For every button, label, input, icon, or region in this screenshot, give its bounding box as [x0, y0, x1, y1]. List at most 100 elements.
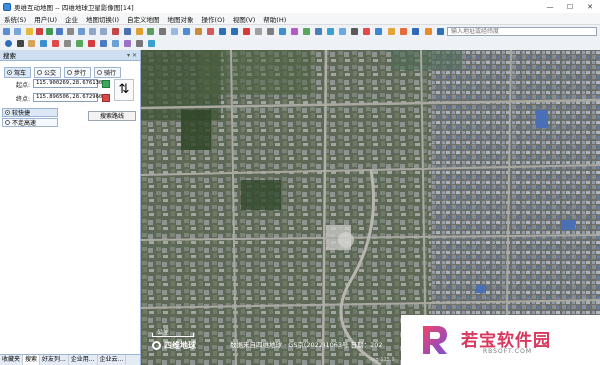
watermark-logo-icon — [423, 326, 447, 354]
search-route-button[interactable]: 搜索路线 — [88, 111, 136, 121]
layer-icon[interactable] — [183, 28, 190, 35]
provider-name: 四维地球 — [164, 341, 196, 350]
mode-walk-label: 步行 — [74, 70, 87, 77]
menu-help[interactable]: 帮助(H) — [259, 14, 290, 24]
bookmark-icon[interactable] — [40, 40, 47, 47]
flag-icon[interactable] — [88, 40, 95, 47]
road-icon[interactable] — [195, 28, 202, 35]
start-label: 起点: — [16, 82, 31, 89]
end-label: 终点: — [16, 96, 31, 103]
radio-icon — [37, 70, 43, 75]
route-icon[interactable] — [279, 28, 286, 35]
menu-user[interactable]: 用户(U) — [30, 14, 61, 24]
pan-icon[interactable] — [3, 28, 10, 35]
app-icon — [3, 2, 11, 11]
mode-bike-label: 骑行 — [104, 70, 117, 77]
triangle-icon[interactable] — [207, 28, 214, 35]
save-icon[interactable] — [124, 28, 131, 35]
mail-icon[interactable] — [388, 28, 395, 35]
panel-tabs: 收藏夹 搜索 好友列... 企业用... 企业云... — [0, 354, 140, 365]
star-icon[interactable] — [26, 28, 33, 35]
print-icon[interactable] — [159, 28, 166, 35]
refresh-icon[interactable] — [148, 40, 155, 47]
window-title: 奥维互动地图 -- 四维地球卫星影像图[14] — [14, 3, 134, 12]
pencil-icon[interactable] — [291, 28, 298, 35]
text-icon[interactable] — [67, 28, 74, 35]
menu-enterprise[interactable]: 企业 — [61, 14, 82, 24]
cloud-icon[interactable] — [339, 28, 346, 35]
close-button[interactable]: ✕ — [580, 0, 600, 13]
group-icon[interactable] — [124, 40, 131, 47]
frame-icon[interactable] — [267, 28, 274, 35]
pin-icon[interactable] — [36, 28, 43, 35]
share-icon[interactable] — [327, 28, 334, 35]
import-icon[interactable] — [136, 28, 143, 35]
ruler-icon[interactable] — [64, 40, 71, 47]
tab-friends[interactable]: 好友列... — [40, 355, 69, 365]
export-icon[interactable] — [147, 28, 154, 35]
pick-end-button[interactable] — [102, 94, 110, 102]
radio-icon — [97, 70, 103, 75]
option-fastest-label: 较快捷 — [12, 110, 31, 117]
tab-favorites[interactable]: 收藏夹 — [0, 355, 24, 365]
area-icon[interactable] — [76, 40, 83, 47]
mode-bike[interactable]: 骑行 — [94, 67, 122, 78]
menu-custom-map[interactable]: 自定义地图 — [123, 14, 164, 24]
settings-icon[interactable] — [400, 28, 407, 35]
circle-icon[interactable] — [255, 28, 262, 35]
mode-walk[interactable]: 步行 — [64, 67, 92, 78]
mode-drive-label: 驾车 — [14, 70, 27, 77]
info-icon[interactable] — [375, 28, 382, 35]
target-icon[interactable] — [363, 28, 370, 35]
end-input[interactable]: 115.896506,28.672960 — [33, 93, 102, 102]
hand-icon[interactable] — [28, 40, 35, 47]
grid-icon[interactable] — [171, 28, 178, 35]
search-icon[interactable] — [437, 28, 444, 35]
cursor-icon[interactable] — [17, 40, 24, 47]
tab-search[interactable]: 搜索 — [23, 355, 41, 365]
path-icon[interactable] — [100, 40, 107, 47]
maximize-button[interactable]: ☐ — [560, 0, 580, 13]
menu-map-objects[interactable]: 地图对象 — [164, 14, 198, 24]
photo-icon[interactable] — [112, 40, 119, 47]
mode-drive[interactable]: 驾车 — [4, 67, 32, 78]
menu-operation[interactable]: 操作(O) — [198, 14, 229, 24]
measure-icon[interactable] — [78, 28, 85, 35]
tag-icon[interactable] — [52, 40, 59, 47]
provider-logo: 四维地球 — [152, 340, 196, 351]
minimize-button[interactable]: — — [540, 0, 560, 13]
user-icon[interactable] — [315, 28, 322, 35]
swap-button[interactable]: ⇅ — [114, 79, 134, 101]
tab-enterprise-users[interactable]: 企业用... — [69, 355, 98, 365]
option-no-highway[interactable]: 不走高速 — [2, 118, 58, 127]
compass-icon[interactable] — [243, 28, 250, 35]
vip-icon[interactable] — [425, 28, 432, 35]
panel-pin-icon[interactable]: ▾ ✕ — [127, 52, 137, 59]
chart-icon[interactable] — [303, 28, 310, 35]
screen-icon[interactable] — [351, 28, 358, 35]
tab-enterprise-cloud[interactable]: 企业云... — [98, 355, 127, 365]
option-fastest[interactable]: 较快捷 — [2, 108, 58, 117]
watermark-subtitle: RBSOFT.COM — [483, 348, 533, 355]
pick-start-button[interactable] — [102, 80, 110, 88]
address-search-input[interactable] — [447, 27, 597, 36]
select-icon[interactable] — [14, 28, 21, 35]
line-icon[interactable] — [46, 28, 53, 35]
copyright-text: 数据来自四维地球 · GS京(2022)1063号 日期：202 — [230, 341, 383, 349]
menu-system[interactable]: 系统(S) — [0, 14, 30, 24]
zoom-out-icon[interactable] — [231, 28, 238, 35]
panel-header: 搜索 ▾ ✕ — [0, 50, 140, 61]
zoom-in-icon[interactable] — [219, 28, 226, 35]
mode-transit[interactable]: 公交 — [34, 67, 62, 78]
download-icon[interactable] — [412, 28, 419, 35]
undo-icon[interactable] — [89, 28, 96, 35]
menu-map-switch[interactable]: 地图切换(I) — [82, 14, 123, 24]
locate-icon[interactable] — [5, 40, 12, 47]
radio-icon — [67, 70, 73, 75]
polygon-icon[interactable] — [56, 28, 63, 35]
lock-icon[interactable] — [136, 40, 143, 47]
start-input[interactable]: 115.900269,28.676130 — [33, 79, 102, 88]
menu-view[interactable]: 视图(V) — [229, 14, 260, 24]
redo-icon[interactable] — [100, 28, 107, 35]
delete-icon[interactable] — [112, 28, 119, 35]
